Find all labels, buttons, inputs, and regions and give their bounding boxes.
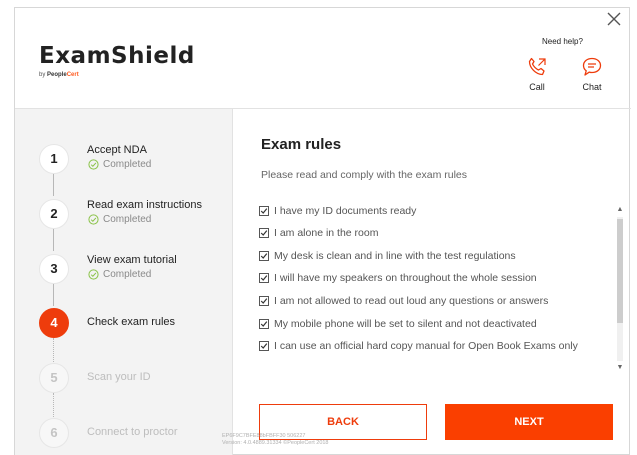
step-check-rules[interactable]: 4 Check exam rules xyxy=(15,303,233,353)
step-title: Read exam instructions xyxy=(87,199,202,211)
step-status: Completed xyxy=(88,214,151,225)
rule-item[interactable]: I have my ID documents ready xyxy=(259,205,599,217)
checkbox-checked-icon[interactable] xyxy=(259,251,269,261)
step-status: Completed xyxy=(88,269,151,280)
scroll-thumb[interactable] xyxy=(617,219,623,323)
byline-prefix: by xyxy=(39,72,48,78)
step-title: View exam tutorial xyxy=(87,254,177,266)
rule-item[interactable]: My mobile phone will be set to silent an… xyxy=(259,318,599,330)
session-id: EP6F9C7BFE88bFBFF30 506227 xyxy=(222,433,306,439)
rule-text: I will have my speakers on throughout th… xyxy=(274,272,537,284)
chat-bubble-icon xyxy=(582,57,602,76)
checkbox-checked-icon[interactable] xyxy=(259,228,269,238)
version-footer: EP6F9C7BFE88bFBFF30 506227 Version: 4.0.… xyxy=(222,433,329,447)
step-scan-id: 5 Scan your ID xyxy=(15,358,233,408)
main-panel: Exam rules Please read and comply with t… xyxy=(233,109,631,455)
step-connect-proctor: 6 Connect to proctor xyxy=(15,413,233,455)
rule-text: I am not allowed to read out loud any qu… xyxy=(274,295,549,307)
page-subtitle: Please read and comply with the exam rul… xyxy=(261,169,468,181)
next-button[interactable]: NEXT xyxy=(445,404,613,440)
rule-item[interactable]: I am not allowed to read out loud any qu… xyxy=(259,295,599,307)
step-status-label: Completed xyxy=(103,214,152,225)
examshield-window: ExamShield by PeopleCert Need help? Call… xyxy=(14,7,631,455)
rule-text: My mobile phone will be set to silent an… xyxy=(274,318,537,330)
checkbox-checked-icon[interactable] xyxy=(259,296,269,306)
rule-item[interactable]: I will have my speakers on throughout th… xyxy=(259,272,599,284)
step-title: Connect to proctor xyxy=(87,426,178,438)
checkbox-checked-icon[interactable] xyxy=(259,341,269,351)
examshield-logo: ExamShield by PeopleCert xyxy=(39,43,195,78)
rules-scrollbar[interactable]: ▲ ▼ xyxy=(615,205,625,373)
rule-item[interactable]: I can use an official hard copy manual f… xyxy=(259,340,599,352)
step-status: Completed xyxy=(88,159,151,170)
step-accept-nda[interactable]: 1 Accept NDA Completed xyxy=(15,139,233,189)
check-circle-icon xyxy=(88,159,99,170)
page-title: Exam rules xyxy=(261,136,342,153)
check-circle-icon xyxy=(88,214,99,225)
steps-sidebar: 1 Accept NDA Completed 2 Read exam instr… xyxy=(15,109,233,455)
checkbox-checked-icon[interactable] xyxy=(259,273,269,283)
call-label: Call xyxy=(529,82,545,92)
step-view-tutorial[interactable]: 3 View exam tutorial Completed xyxy=(15,249,233,299)
step-title: Check exam rules xyxy=(87,316,176,328)
rule-text: I can use an official hard copy manual f… xyxy=(274,340,578,352)
rule-item[interactable]: I am alone in the room xyxy=(259,227,599,239)
rule-item[interactable]: My desk is clean and in line with the te… xyxy=(259,250,599,262)
byline-brand-accent: Cert xyxy=(66,72,79,78)
step-number: 3 xyxy=(39,254,69,284)
scroll-down-icon[interactable]: ▼ xyxy=(615,363,625,373)
step-number: 1 xyxy=(39,144,69,174)
rule-text: I am alone in the room xyxy=(274,227,379,239)
rules-list[interactable]: I have my ID documents ready I am alone … xyxy=(259,205,613,375)
byline-brand: People xyxy=(47,72,67,78)
step-title: Scan your ID xyxy=(87,371,151,383)
version-text: Version: 4.0.4889.31334 ©PeopleCert 2018 xyxy=(222,440,329,446)
step-number: 2 xyxy=(39,199,69,229)
logo-byline: by PeopleCert xyxy=(39,72,195,78)
rule-text: I have my ID documents ready xyxy=(274,205,417,217)
step-number: 5 xyxy=(39,363,69,393)
phone-icon xyxy=(528,57,546,76)
scroll-up-icon[interactable]: ▲ xyxy=(615,205,625,215)
step-status-label: Completed xyxy=(103,159,152,170)
call-button[interactable]: Call xyxy=(522,55,552,92)
header: ExamShield by PeopleCert Need help? Call… xyxy=(15,8,631,109)
chat-button[interactable]: Chat xyxy=(577,55,607,92)
checkbox-checked-icon[interactable] xyxy=(259,206,269,216)
app-title: ExamShield xyxy=(39,43,195,69)
check-circle-icon xyxy=(88,269,99,280)
step-read-instructions[interactable]: 2 Read exam instructions Completed xyxy=(15,194,233,244)
step-number: 4 xyxy=(39,308,69,338)
chat-label: Chat xyxy=(582,82,602,92)
help-title: Need help? xyxy=(542,37,583,46)
step-title: Accept NDA xyxy=(87,144,147,156)
rule-text: My desk is clean and in line with the te… xyxy=(274,250,516,262)
step-status-label: Completed xyxy=(103,269,152,280)
step-number: 6 xyxy=(39,418,69,448)
checkbox-checked-icon[interactable] xyxy=(259,319,269,329)
